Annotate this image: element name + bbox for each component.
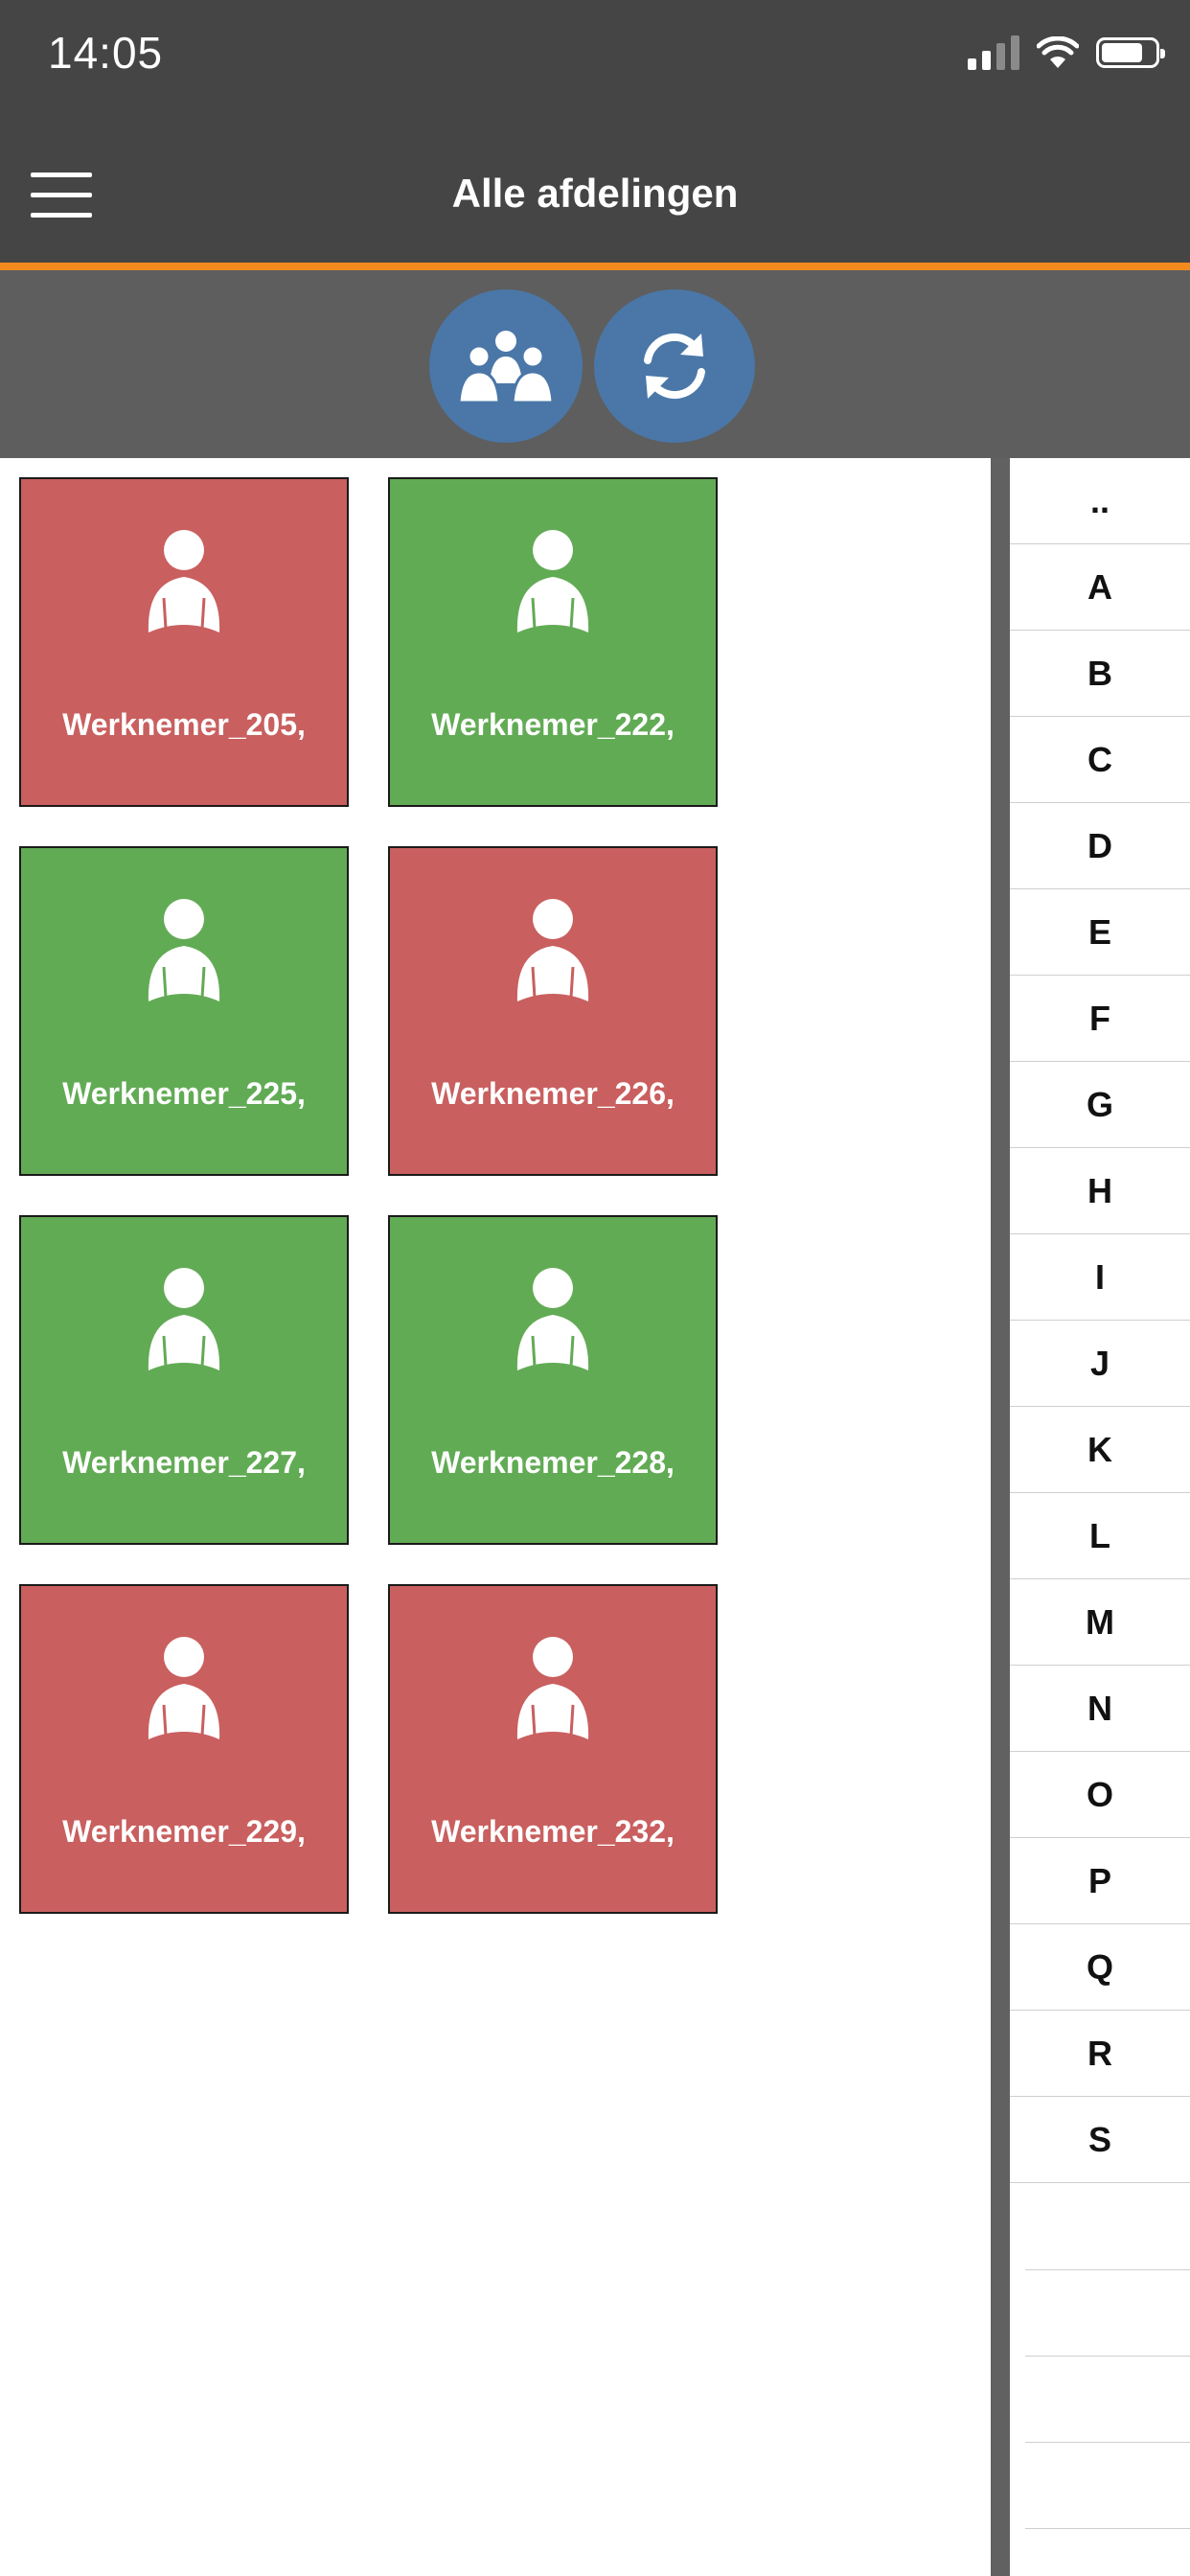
index-letter[interactable]: O xyxy=(1010,1752,1190,1838)
person-icon xyxy=(516,1268,589,1370)
employee-tile[interactable]: Werknemer_227, xyxy=(19,1215,349,1545)
employee-tile[interactable]: Werknemer_232, xyxy=(388,1584,718,1914)
status-time: 14:05 xyxy=(48,28,164,78)
employee-tile[interactable]: Werknemer_229, xyxy=(19,1584,349,1914)
accent-divider xyxy=(0,263,1190,270)
index-letter[interactable]: H xyxy=(1010,1148,1190,1234)
index-separator xyxy=(1025,2442,1190,2443)
index-letter[interactable]: G xyxy=(1010,1062,1190,1148)
alphabet-index: .. A B C D E F G H I J K L M N O P Q R S xyxy=(1010,458,1190,2576)
employee-name: Werknemer_232, xyxy=(431,1814,675,1849)
employee-tile[interactable]: Werknemer_226, xyxy=(388,846,718,1176)
person-icon xyxy=(148,899,220,1001)
index-letter[interactable]: D xyxy=(1010,803,1190,889)
page-title: Alle afdelingen xyxy=(451,171,739,216)
employee-name: Werknemer_226, xyxy=(431,1076,675,1111)
index-letter[interactable]: R xyxy=(1010,2011,1190,2097)
person-icon xyxy=(148,1268,220,1370)
index-letter[interactable]: F xyxy=(1010,976,1190,1062)
index-separator xyxy=(1025,2528,1190,2529)
employee-name: Werknemer_205, xyxy=(62,707,306,742)
status-icons xyxy=(968,29,1165,77)
person-icon xyxy=(148,530,220,632)
index-letter[interactable]: J xyxy=(1010,1321,1190,1407)
index-letter[interactable]: M xyxy=(1010,1579,1190,1666)
signal-icon xyxy=(968,35,1019,70)
index-letter[interactable]: N xyxy=(1010,1666,1190,1752)
index-letter[interactable]: E xyxy=(1010,889,1190,976)
refresh-button[interactable] xyxy=(594,289,755,443)
employee-tile[interactable]: Werknemer_228, xyxy=(388,1215,718,1545)
group-view-button[interactable] xyxy=(429,289,583,443)
employee-tile[interactable]: Werknemer_222, xyxy=(388,477,718,807)
employee-tile[interactable]: Werknemer_225, xyxy=(19,846,349,1176)
person-icon xyxy=(148,1637,220,1739)
employee-name: Werknemer_227, xyxy=(62,1445,306,1480)
person-icon xyxy=(516,1637,589,1739)
index-letter[interactable]: I xyxy=(1010,1234,1190,1321)
index-letter[interactable]: K xyxy=(1010,1407,1190,1493)
index-letter[interactable]: S xyxy=(1010,2097,1190,2183)
index-letter[interactable]: Q xyxy=(1010,1924,1190,2011)
person-icon xyxy=(516,530,589,632)
employee-name: Werknemer_222, xyxy=(431,707,675,742)
wifi-icon xyxy=(1037,36,1079,68)
index-letter[interactable]: C xyxy=(1010,717,1190,803)
refresh-icon xyxy=(644,333,705,400)
employee-name: Werknemer_225, xyxy=(62,1076,306,1111)
person-icon xyxy=(516,899,589,1001)
battery-icon xyxy=(1096,37,1165,68)
index-separator xyxy=(1025,2356,1190,2357)
index-divider xyxy=(991,458,1010,2576)
index-letter[interactable]: P xyxy=(1010,1838,1190,1924)
index-letter[interactable]: .. xyxy=(1010,458,1190,544)
employee-name: Werknemer_229, xyxy=(62,1814,306,1849)
app-header: 14:05 Alle afdelingen xyxy=(0,0,1190,263)
index-letter[interactable]: A xyxy=(1010,544,1190,631)
toolbar xyxy=(0,270,1190,458)
employee-grid: Werknemer_205, Werknemer_222, Werknemer_22… xyxy=(0,458,991,2576)
index-separator xyxy=(1025,2269,1190,2270)
index-letter[interactable]: L xyxy=(1010,1493,1190,1579)
index-letter[interactable]: B xyxy=(1010,631,1190,717)
employee-tile[interactable]: Werknemer_205, xyxy=(19,477,349,807)
group-icon xyxy=(457,331,555,404)
employee-name: Werknemer_228, xyxy=(431,1445,675,1480)
